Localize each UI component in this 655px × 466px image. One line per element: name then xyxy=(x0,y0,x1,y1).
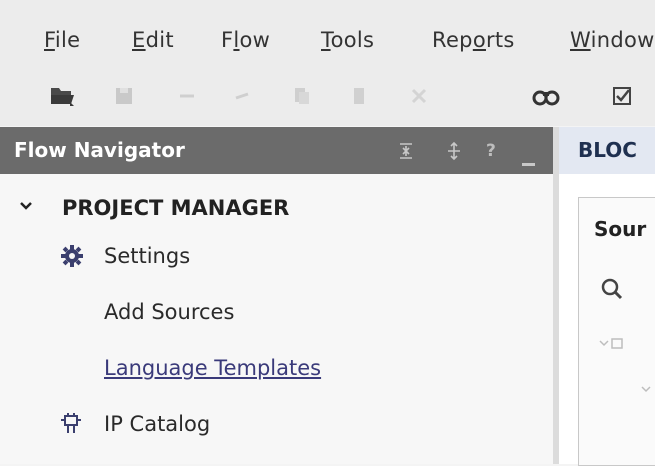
collapse-all-icon[interactable] xyxy=(398,141,414,166)
chevron-down-icon[interactable] xyxy=(18,198,34,217)
menu-flow[interactable]: Flow xyxy=(221,28,270,52)
copy-icon[interactable] xyxy=(286,82,316,110)
nav-item-language-templates[interactable]: Language Templates xyxy=(104,356,321,380)
nav-item-settings[interactable]: Settings xyxy=(104,244,190,268)
tree-expand-icon[interactable] xyxy=(598,336,628,355)
menu-bar: File Edit Flow Tools Reports Window xyxy=(0,0,655,70)
menu-window[interactable]: Window xyxy=(570,28,655,52)
menu-reports[interactable]: Reports xyxy=(432,28,515,52)
expand-all-icon[interactable] xyxy=(446,141,462,166)
sources-title: Sour xyxy=(594,217,647,241)
save-icon[interactable] xyxy=(110,82,140,110)
redo-icon[interactable] xyxy=(228,82,258,110)
open-project-icon[interactable] xyxy=(48,82,78,110)
nav-item-ip-catalog[interactable]: IP Catalog xyxy=(104,412,210,436)
menu-tools[interactable]: Tools xyxy=(321,28,374,52)
tree-child-chevron-icon[interactable] xyxy=(640,380,652,399)
help-icon[interactable]: ? xyxy=(486,141,496,161)
flow-navigator-title: Flow Navigator xyxy=(14,138,185,162)
find-icon[interactable] xyxy=(531,82,561,110)
delete-icon[interactable] xyxy=(404,82,434,110)
nav-item-add-sources[interactable]: Add Sources xyxy=(104,300,234,324)
section-project-manager[interactable]: PROJECT MANAGER xyxy=(62,196,289,220)
search-icon[interactable] xyxy=(600,277,624,305)
checklist-icon[interactable] xyxy=(608,82,638,110)
paste-icon[interactable] xyxy=(344,82,374,110)
minimize-icon[interactable] xyxy=(521,153,537,173)
block-design-title: BLOC xyxy=(578,138,637,162)
ip-chip-icon xyxy=(58,412,84,440)
undo-icon[interactable] xyxy=(172,82,202,110)
menu-file[interactable]: File xyxy=(44,28,80,52)
menu-edit[interactable]: Edit xyxy=(132,28,174,52)
gear-icon xyxy=(60,244,84,272)
